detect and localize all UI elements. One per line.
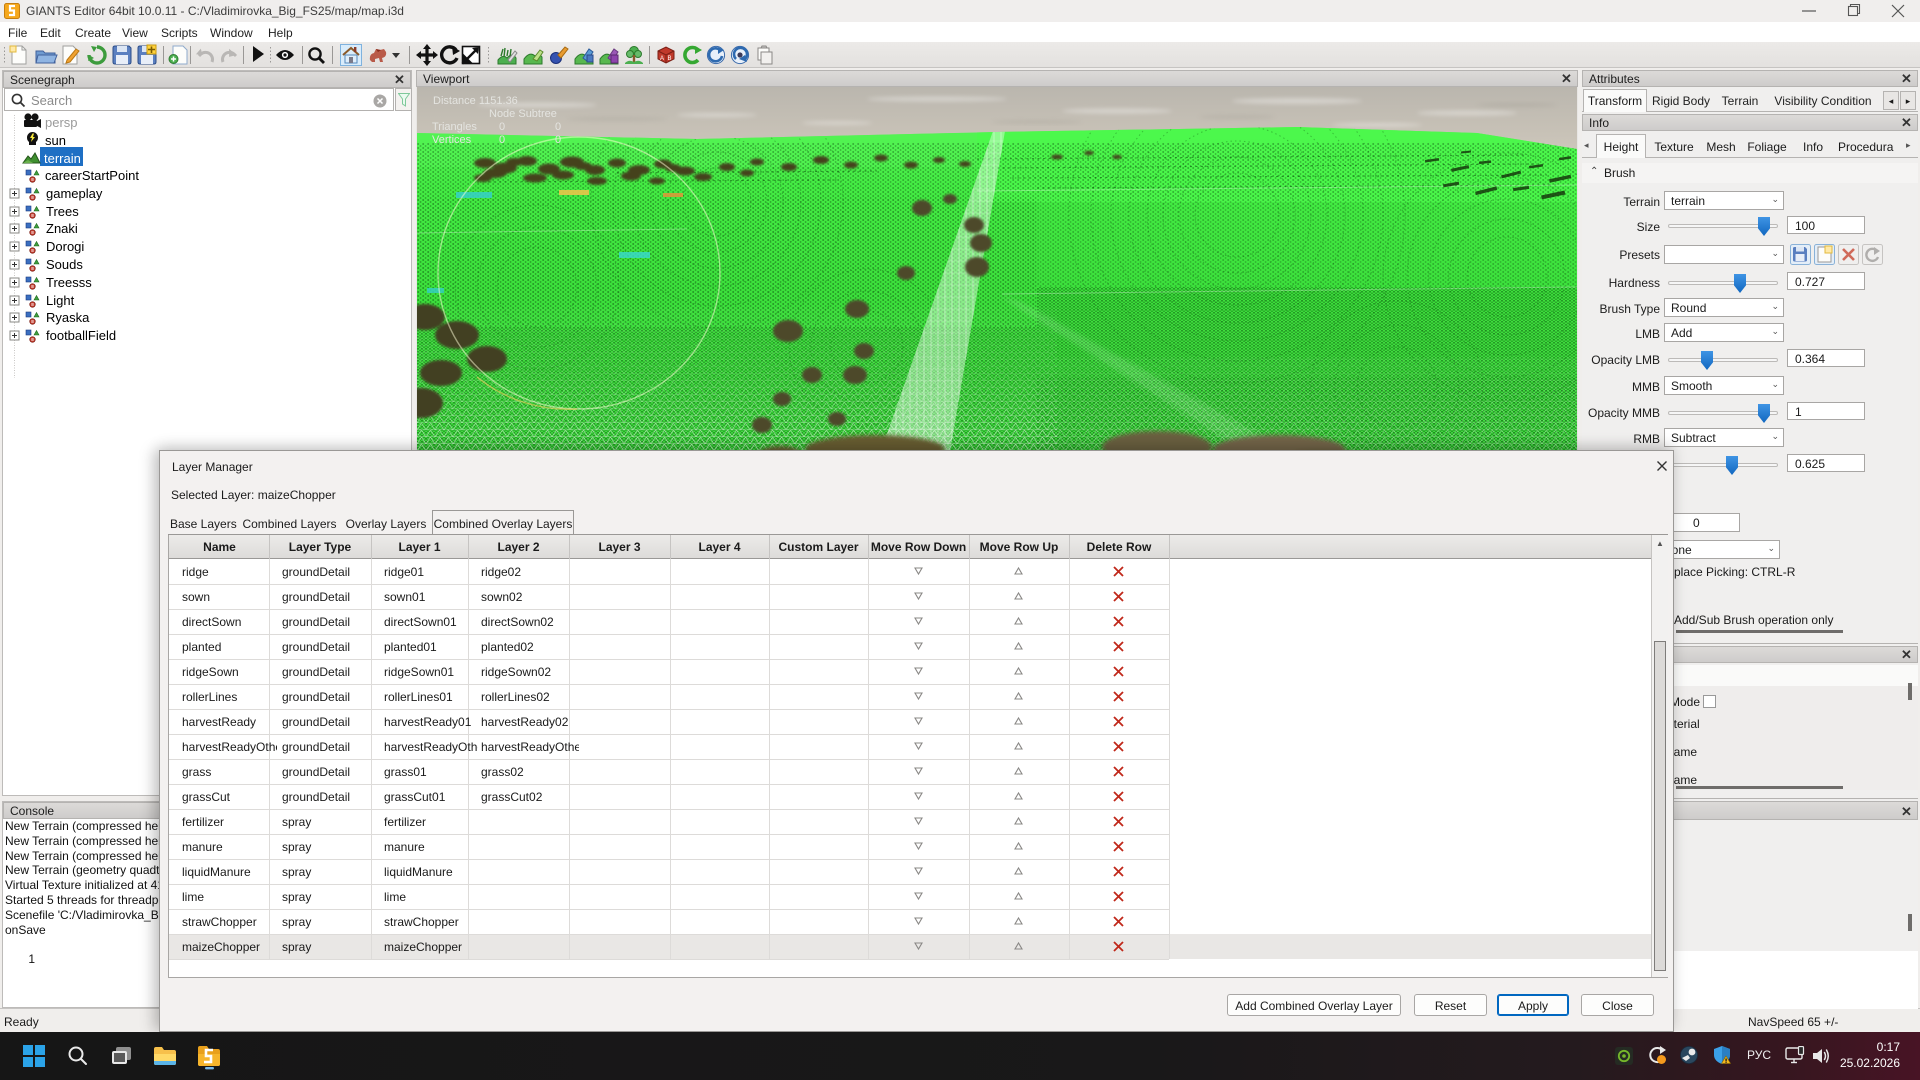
svg-text:0: 0	[499, 121, 505, 133]
svg-text:Vertices: Vertices	[432, 134, 472, 146]
svg-text:careerStartPoint: careerStartPoint	[45, 168, 139, 183]
svg-text:Light: Light	[46, 293, 75, 308]
svg-text:Ryaska: Ryaska	[46, 310, 90, 325]
svg-text:sun: sun	[45, 133, 66, 148]
svg-text:gameplay: gameplay	[46, 186, 103, 201]
svg-text:0: 0	[499, 134, 505, 146]
svg-text:Dorogi: Dorogi	[46, 239, 84, 254]
svg-text:Triangles: Triangles	[432, 121, 477, 133]
svg-text:Trees: Trees	[46, 204, 79, 219]
svg-text:Souds: Souds	[46, 257, 83, 272]
svg-text:0: 0	[555, 121, 561, 133]
svg-text:persp: persp	[45, 115, 78, 130]
svg-text:Distance 1151.36: Distance 1151.36	[433, 95, 518, 107]
svg-text:0: 0	[555, 134, 561, 146]
svg-text:Node Subtree: Node Subtree	[489, 108, 557, 120]
svg-text:Znaki: Znaki	[46, 221, 78, 236]
svg-text:A: A	[660, 56, 664, 62]
svg-text:terrain: terrain	[44, 151, 81, 166]
svg-text:B: B	[668, 56, 672, 62]
svg-text:Treesss: Treesss	[46, 275, 92, 290]
svg-text:footballField: footballField	[46, 328, 116, 343]
